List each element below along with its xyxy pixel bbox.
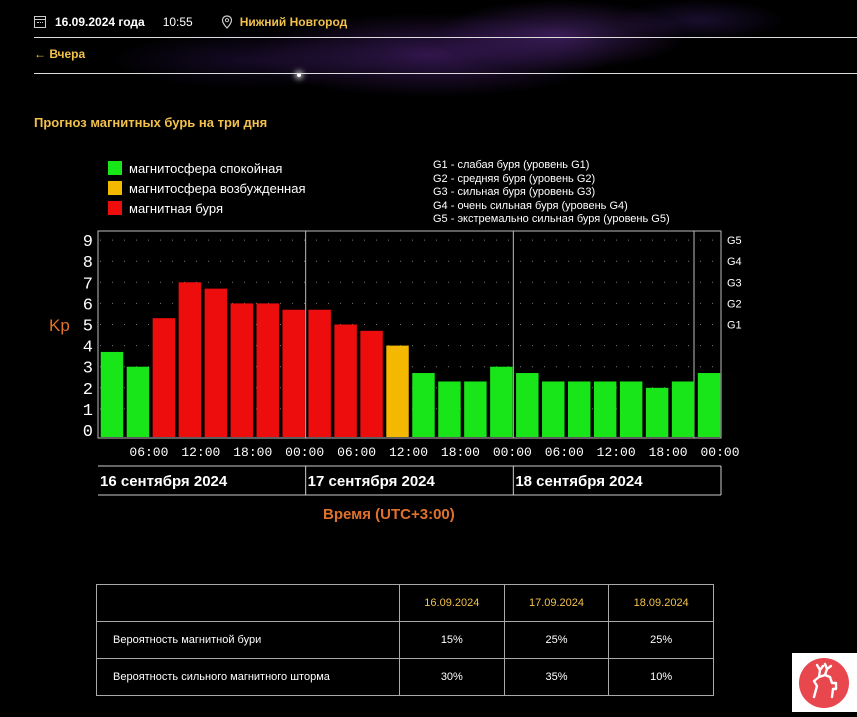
y-tick-label: 4: [83, 339, 93, 358]
kp-bar: [308, 309, 331, 437]
y-tick-label: 6: [83, 296, 93, 315]
y-tick-label: 9: [83, 233, 93, 252]
x-tick-label: 12:00: [181, 445, 220, 460]
table-cell: 35%: [503, 658, 610, 696]
table-header-cell: 18.09.2024: [608, 584, 714, 622]
g-level-label: G2: [727, 298, 742, 310]
table-cell: Вероятность сильного магнитного шторма: [96, 658, 400, 696]
kp-bar: [100, 351, 124, 437]
kp-bar: [386, 345, 409, 437]
y-tick-label: 0: [83, 423, 93, 442]
g-level-label: G5: [727, 235, 742, 247]
table-row: Вероятность сильного магнитного шторма 3…: [96, 658, 714, 696]
kp-bar: [516, 373, 539, 437]
day-label: 17 сентября 2024: [308, 473, 436, 490]
table-cell: 10%: [608, 658, 714, 696]
x-tick-label: 18:00: [441, 445, 480, 460]
table-row: Вероятность магнитной бури 15% 25% 25%: [96, 621, 714, 659]
g-level-label: G1: [727, 320, 742, 332]
x-tick-label: 00:00: [285, 445, 324, 460]
kp-bar: [542, 381, 565, 437]
y-tick-label: 5: [83, 318, 93, 337]
probability-table: 16.09.2024 17.09.2024 18.09.2024 Вероятн…: [96, 584, 714, 696]
day-label: 16 сентября 2024: [100, 473, 228, 490]
y-tick-label: 3: [83, 360, 93, 379]
y-tick-label: 7: [83, 275, 93, 294]
kp-bar: [438, 381, 461, 437]
kp-bar: [126, 366, 150, 437]
kp-bar: [568, 381, 591, 437]
x-tick-label: 06:00: [129, 445, 168, 460]
kp-bar: [490, 366, 513, 437]
day-label: 18 сентября 2024: [515, 473, 643, 490]
kp-bar: [619, 381, 643, 437]
kp-bar: [204, 288, 228, 437]
g-level-label: G4: [727, 256, 742, 268]
kp-bar: [645, 387, 669, 437]
x-tick-label: 18:00: [233, 445, 272, 460]
site-logo[interactable]: [792, 653, 857, 712]
x-tick-label: 18:00: [649, 445, 688, 460]
table-cell: 15%: [399, 621, 505, 659]
g-level-label: G3: [727, 277, 742, 289]
kp-bar: [152, 318, 176, 437]
y-axis-title: Kp: [49, 316, 70, 335]
kp-bar: [593, 381, 617, 437]
x-tick-label: 00:00: [493, 445, 532, 460]
table-header-row: 16.09.2024 17.09.2024 18.09.2024: [96, 584, 714, 622]
table-header-cell: [96, 584, 400, 622]
y-tick-label: 2: [83, 381, 93, 400]
kp-bar: [697, 373, 721, 437]
table-cell: 30%: [399, 658, 505, 696]
kp-bar: [256, 303, 279, 437]
kp-bar: [230, 303, 253, 437]
y-tick-label: 1: [83, 402, 93, 421]
table-header-cell: 17.09.2024: [503, 584, 610, 622]
kp-bar: [282, 309, 305, 437]
x-axis-title: Время (UTC+3:00): [323, 506, 455, 523]
deer-icon: [799, 658, 849, 708]
table-cell: Вероятность магнитной бури: [96, 621, 400, 659]
x-tick-label: 06:00: [337, 445, 376, 460]
kp-bar: [464, 381, 487, 437]
kp-bar: [412, 373, 435, 437]
kp-bar: [178, 282, 202, 437]
x-tick-label: 12:00: [389, 445, 428, 460]
y-tick-label: 8: [83, 254, 93, 273]
kp-bar: [360, 330, 383, 437]
x-tick-label: 12:00: [597, 445, 636, 460]
table-cell: 25%: [608, 621, 714, 659]
table-cell: 25%: [503, 621, 610, 659]
table-header-cell: 16.09.2024: [399, 584, 505, 622]
kp-bar: [334, 324, 357, 437]
kp-bar: [671, 381, 695, 437]
x-tick-label: 06:00: [545, 445, 584, 460]
x-tick-label: 00:00: [700, 445, 739, 460]
